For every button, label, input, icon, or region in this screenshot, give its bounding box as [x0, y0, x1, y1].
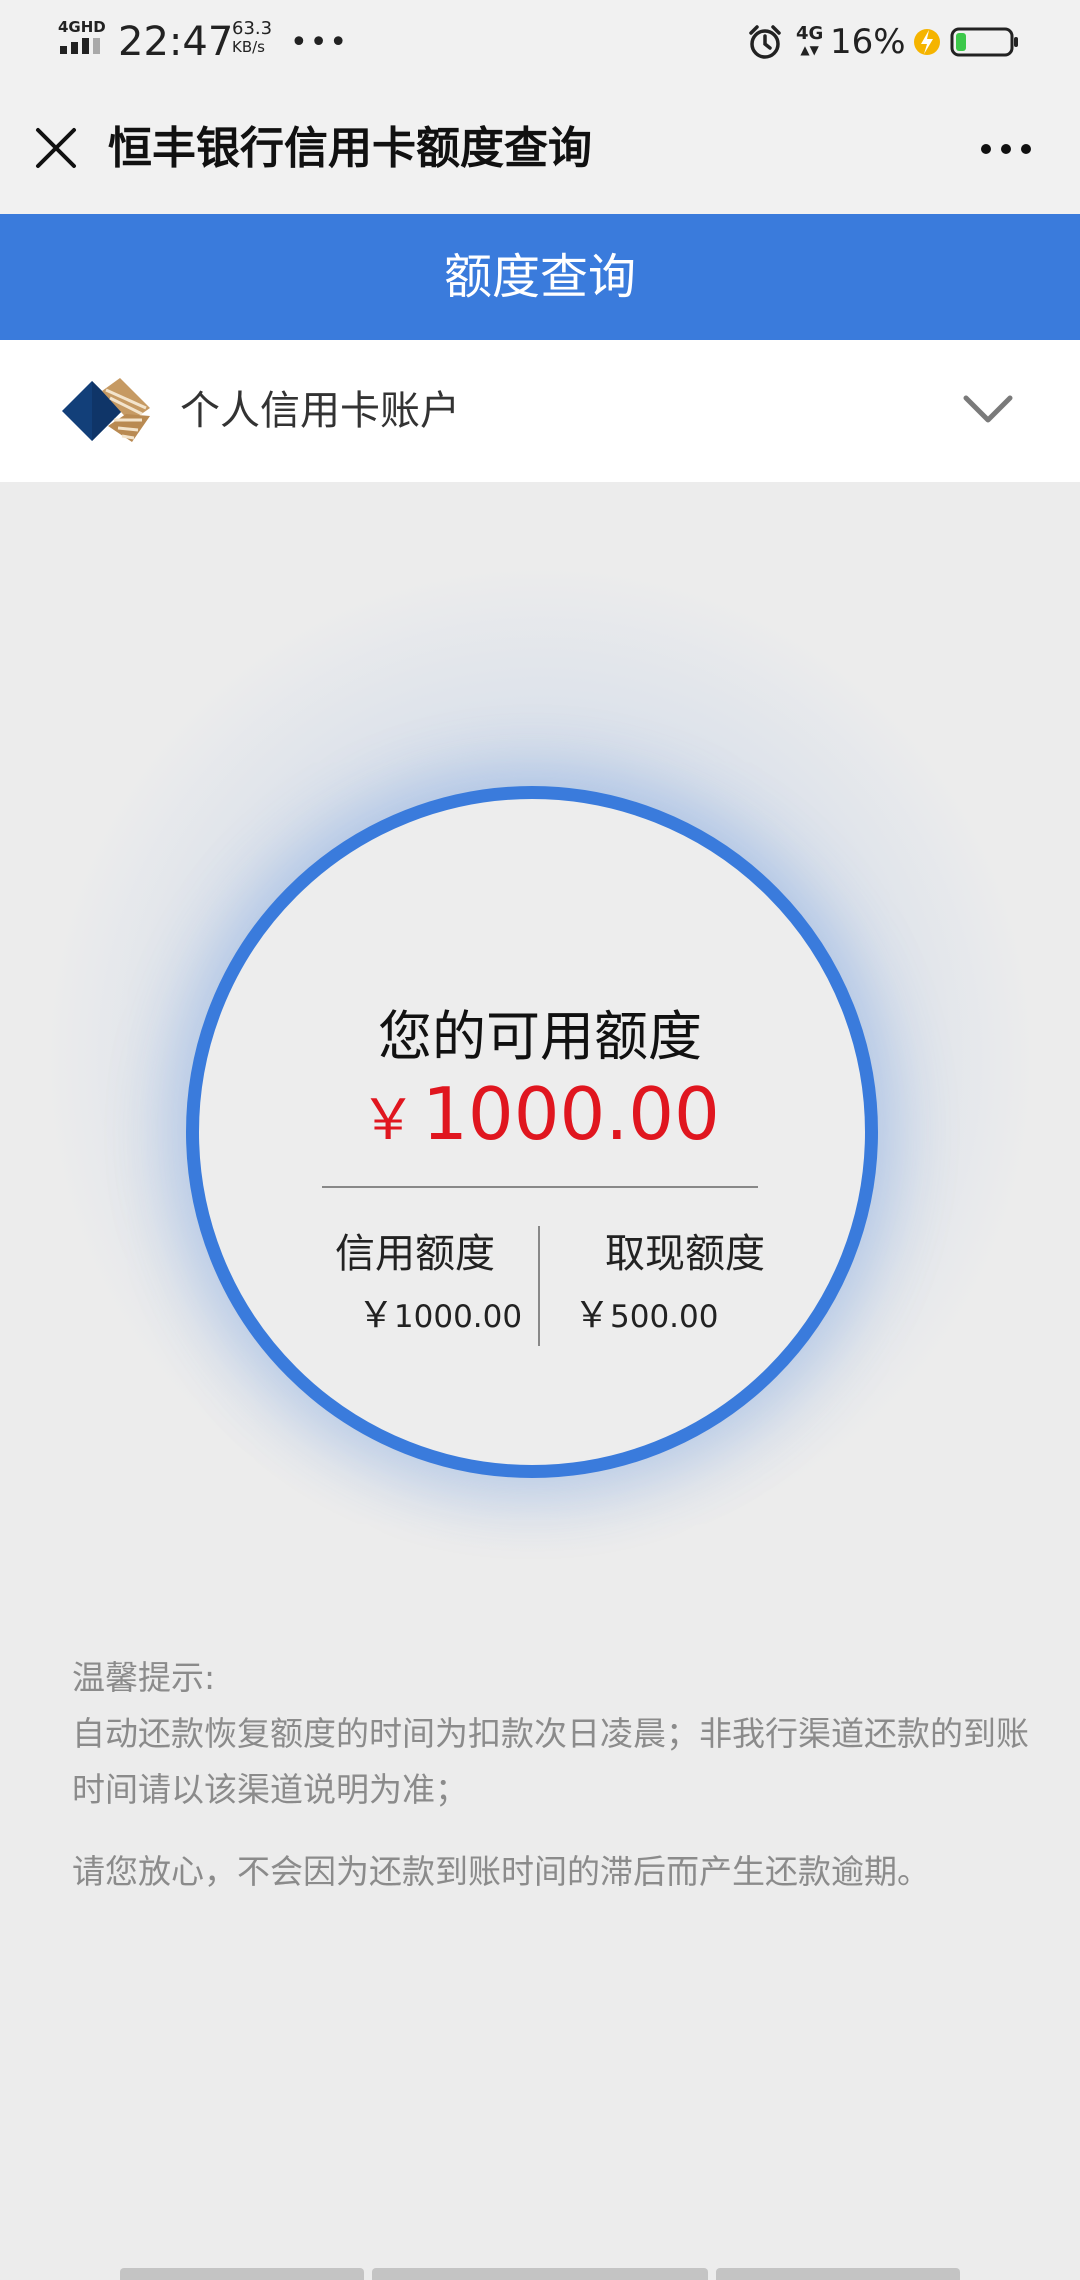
- divider-vertical: [538, 1226, 540, 1346]
- currency-symbol: ￥: [357, 1295, 394, 1336]
- available-credit-amount: ￥1000.00: [0, 1072, 1080, 1156]
- speed-value: 63.3: [232, 18, 273, 39]
- tips-line-1: 自动还款恢复额度的时间为扣款次日凌晨；非我行渠道还款的到账时间请以该渠道说明为准…: [72, 1714, 1029, 1809]
- more-menu-icon[interactable]: [976, 124, 1036, 174]
- network-speed: 63.3 KB/s: [232, 18, 273, 57]
- available-credit-value: 1000.00: [422, 1072, 720, 1156]
- page-title: 恒丰银行信用卡额度查询: [108, 123, 592, 174]
- section-header: 额度查询: [0, 214, 1080, 340]
- credit-limit-amount: ￥1000.00: [300, 1286, 530, 1347]
- status-more-icon: •••: [290, 24, 350, 60]
- chevron-down-icon[interactable]: [960, 390, 1016, 430]
- alarm-icon: [746, 0, 784, 84]
- signal-indicator: 4GHD: [58, 0, 108, 84]
- signal-bars-icon: [60, 38, 100, 54]
- network-4g-icon: 4G ▲▼: [796, 0, 823, 84]
- battery-percent: 16%: [830, 22, 906, 62]
- bank-logo-icon: [62, 376, 152, 446]
- status-bar: 4GHD 22:47 63.3 KB/s ••• 4G ▲▼ 16%: [0, 0, 1080, 84]
- currency-symbol: ￥: [574, 1295, 611, 1336]
- speed-unit: KB/s: [232, 38, 265, 56]
- account-selector[interactable]: 个人信用卡账户: [0, 340, 1080, 482]
- tips-section: 温馨提示: 自动还款恢复额度的时间为扣款次日凌晨；非我行渠道还款的到账时间请以该…: [72, 1650, 1032, 1900]
- battery-icon: [950, 0, 1020, 84]
- network-4g-label: 4G: [796, 23, 824, 44]
- tips-line-2: 请您放心，不会因为还款到账时间的滞后而产生还款逾期。: [72, 1852, 930, 1891]
- cash-limit-amount: ￥500.00: [550, 1286, 780, 1347]
- title-bar: 恒丰银行信用卡额度查询: [0, 84, 1080, 214]
- data-arrows-icon: ▲▼: [800, 43, 819, 57]
- divider-horizontal: [322, 1186, 758, 1188]
- cash-limit-block: 取现额度 ￥500.00: [550, 1226, 780, 1347]
- bottom-tab-stub-2: [372, 2268, 708, 2280]
- available-credit-label: 您的可用额度: [378, 1005, 702, 1068]
- cash-limit-label: 取现额度: [605, 1231, 765, 1277]
- currency-symbol: ￥: [360, 1088, 417, 1153]
- credit-limit-block: 信用额度 ￥1000.00: [300, 1226, 530, 1347]
- credit-limit-label: 信用额度: [335, 1231, 495, 1277]
- page: 4GHD 22:47 63.3 KB/s ••• 4G ▲▼ 16% 恒丰银行信…: [0, 0, 1080, 2280]
- close-icon[interactable]: [30, 122, 82, 174]
- bottom-tab-stub-1: [120, 2268, 364, 2280]
- tips-title: 温馨提示:: [72, 1658, 216, 1697]
- credit-limit-value: 1000.00: [393, 1299, 523, 1335]
- cash-limit-value: 500.00: [610, 1299, 719, 1335]
- account-label: 个人信用卡账户: [180, 388, 460, 434]
- network-type: 4GHD: [58, 18, 106, 36]
- clock: 22:47: [118, 19, 234, 65]
- bottom-tab-stub-3: [716, 2268, 960, 2280]
- charging-bolt-icon: [912, 0, 942, 84]
